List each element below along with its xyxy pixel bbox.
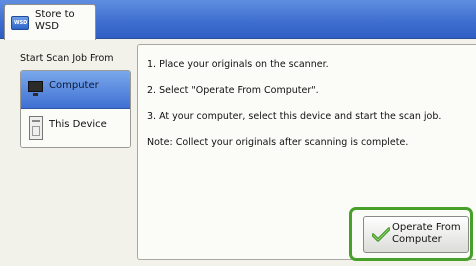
computer-icon [28,81,43,96]
device-icon [29,116,43,140]
operate-button-label: Operate From Computer [392,222,461,245]
wsd-icon: WSD [11,16,29,30]
instruction-step-1: 1. Place your originals on the scanner. [147,59,329,70]
option-this-device[interactable]: This Device [21,110,130,147]
instruction-step-2: 2. Select "Operate From Computer". [147,85,319,96]
tab-store-to-wsd[interactable]: WSD Store to WSD [4,4,96,40]
scan-source-list: Computer This Device [20,70,131,148]
option-computer-label: Computer [49,80,99,91]
checkmark-icon [372,227,390,242]
option-computer[interactable]: Computer [21,71,130,109]
instruction-note: Note: Collect your originals after scann… [147,137,409,148]
tab-label: Store to WSD [35,9,75,32]
option-this-device-label: This Device [49,119,107,130]
operate-from-computer-button[interactable]: Operate From Computer [363,216,469,253]
start-scan-job-from-label: Start Scan Job From [20,53,114,64]
instruction-step-3: 3. At your computer, select this device … [147,111,442,122]
